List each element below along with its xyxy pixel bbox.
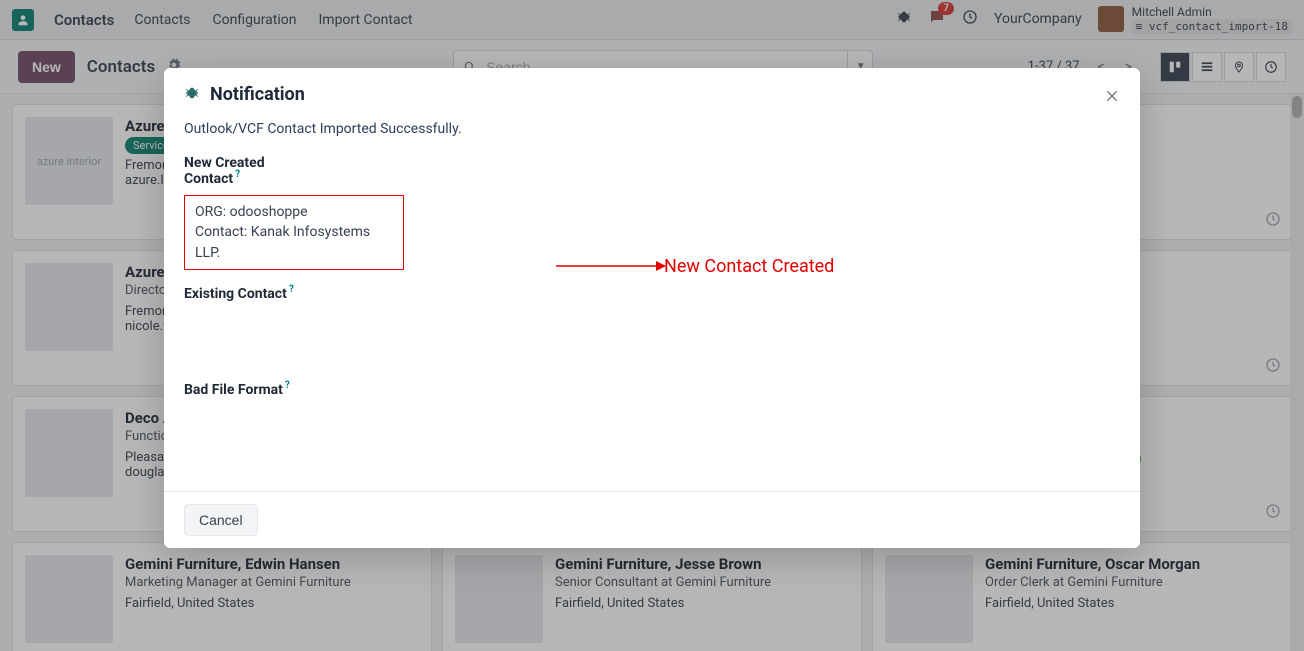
help-icon[interactable]: ? bbox=[289, 284, 294, 295]
close-button[interactable] bbox=[1100, 84, 1124, 108]
section-contact: Contact? bbox=[184, 171, 240, 187]
close-icon bbox=[1104, 88, 1120, 104]
section-existing-contact: Existing Contact? bbox=[184, 286, 294, 302]
cancel-button[interactable]: Cancel bbox=[184, 504, 258, 536]
org-line: ORG: odooshoppe bbox=[195, 202, 393, 222]
success-message: Outlook/VCF Contact Imported Successfull… bbox=[184, 121, 1120, 137]
help-icon[interactable]: ? bbox=[235, 169, 240, 180]
section-new-created: New Created bbox=[184, 155, 1120, 171]
contact-line: Contact: Kanak Infosystems LLP. bbox=[195, 222, 393, 263]
modal-overlay: Notification Outlook/VCF Contact Importe… bbox=[0, 0, 1304, 651]
bug-icon bbox=[184, 85, 200, 105]
modal-title: Notification bbox=[210, 84, 305, 105]
section-bad-file: Bad File Format? bbox=[184, 382, 290, 398]
new-contact-box: ORG: odooshoppe Contact: Kanak Infosyste… bbox=[184, 195, 404, 270]
notification-modal: Notification Outlook/VCF Contact Importe… bbox=[164, 68, 1140, 548]
help-icon[interactable]: ? bbox=[285, 380, 290, 391]
